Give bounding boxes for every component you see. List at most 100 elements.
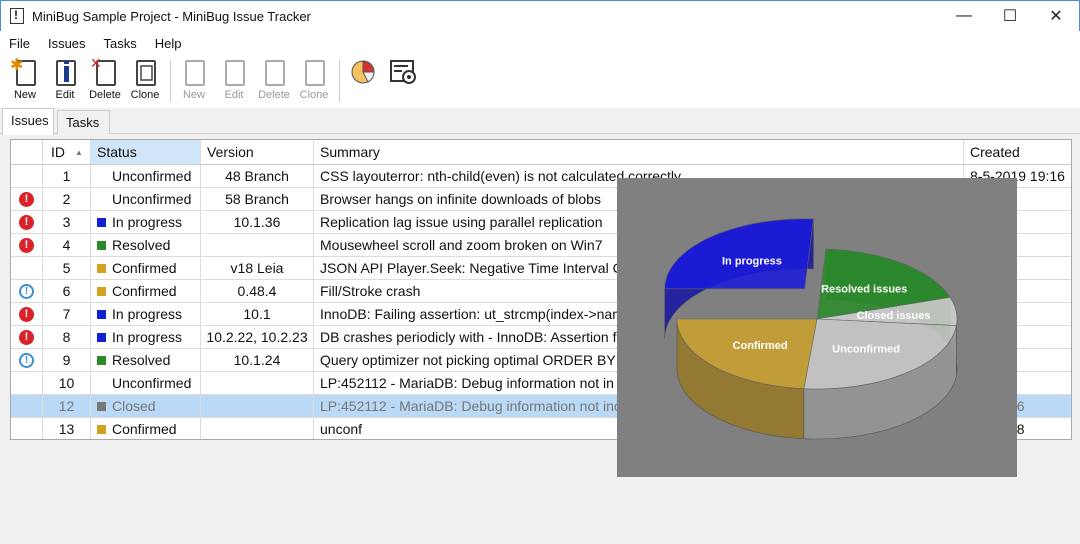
status-color-swatch [97,240,106,250]
tab-issues[interactable]: Issues [2,108,54,135]
new-task-label: New [182,89,205,101]
delete-issue-button[interactable]: ✕ Delete [88,56,122,101]
minimize-button[interactable]: — [941,1,987,31]
cell-status: Resolved [91,349,201,371]
status-label: Closed [112,398,156,414]
menu-file[interactable]: File [9,36,30,51]
new-issue-label: New [13,89,36,101]
maximize-button[interactable]: ☐ [987,1,1033,31]
cell-version [201,418,314,439]
cell-status: In progress [91,326,201,348]
cell-id: 8 [43,326,91,348]
status-color-swatch [97,309,106,319]
cell-version: 10.2.22, 10.2.23 [201,326,314,348]
new-task-button[interactable]: New [177,56,211,101]
window-title: MiniBug Sample Project - MiniBug Issue T… [32,8,311,24]
edit-issue-label: Edit [55,89,75,101]
cell-id: 3 [43,211,91,233]
clone-document-icon [130,56,160,88]
close-button[interactable]: ✕ [1033,1,1079,31]
toolbar-separator-2 [339,60,340,102]
header-version[interactable]: Version [201,140,314,164]
settings-button[interactable] [386,56,420,88]
clone-task-button[interactable]: Clone [297,56,331,101]
status-label: In progress [112,329,183,345]
chart-button[interactable] [346,56,380,88]
status-label: Resolved [112,237,171,253]
status-label: In progress [112,214,183,230]
edit-issue-button[interactable]: Edit [48,56,82,101]
delete-task-label: Delete [258,89,290,101]
header-id[interactable]: ID ▲ [43,140,91,164]
header-status[interactable]: Status [91,140,201,164]
error-icon: ! [19,237,34,253]
cell-id: 5 [43,257,91,279]
sort-ascending-icon: ▲ [75,147,83,157]
status-label: Confirmed [112,283,177,299]
new-task-icon [179,56,209,88]
status-label: Confirmed [112,260,177,276]
cell-id: 7 [43,303,91,325]
cell-status: Resolved [91,234,201,256]
new-document-icon: ✱ [10,56,40,88]
edit-task-icon [219,56,249,88]
tab-tasks[interactable]: Tasks [57,110,110,134]
svg-text:✱: ✱ [10,56,23,74]
info-icon: ! [19,352,34,368]
new-issue-button[interactable]: ✱ New [8,56,42,101]
cell-icon: ! [11,303,43,325]
status-color-swatch [97,172,106,181]
title-bar: MiniBug Sample Project - MiniBug Issue T… [0,0,1080,31]
status-color-swatch [97,217,106,227]
status-color-swatch [97,401,106,411]
cell-icon [11,257,43,279]
menu-issues[interactable]: Issues [48,36,86,51]
cell-status: In progress [91,211,201,233]
slice-closed-label: Closed issues [857,310,931,322]
table-header: ID ▲ Status Version Summary Created [11,140,1071,165]
cell-version [201,234,314,256]
cell-version: 10.1.24 [201,349,314,371]
slice-in-progress [664,218,814,290]
error-icon: ! [19,329,34,345]
status-label: Unconfirmed [112,191,192,207]
header-created[interactable]: Created [964,140,1071,164]
cell-version [201,372,314,394]
status-color-swatch [97,195,106,204]
menu-tasks[interactable]: Tasks [104,36,137,51]
cell-status: In progress [91,303,201,325]
cell-icon [11,165,43,187]
header-summary[interactable]: Summary [314,140,964,164]
error-icon: ! [19,306,34,322]
clone-issue-button[interactable]: Clone [128,56,162,101]
tab-bar: Issues Tasks [0,108,1080,135]
cell-icon: ! [11,188,43,210]
cell-status: Confirmed [91,280,201,302]
cell-status: Unconfirmed [91,165,201,187]
header-icon-column[interactable] [11,140,43,164]
status-color-swatch [97,263,106,273]
status-color-swatch [97,332,106,342]
cell-status: Confirmed [91,257,201,279]
delete-document-icon: ✕ [90,56,120,88]
cell-icon [11,418,43,439]
delete-task-icon [259,56,289,88]
settings-grid-icon [388,56,418,88]
slice-unconfirmed-label: Unconfirmed [832,344,900,356]
status-color-swatch [97,355,106,365]
cell-id: 12 [43,395,91,417]
toolbar-separator [170,60,171,102]
cell-icon [11,372,43,394]
edit-document-icon [50,56,80,88]
menu-help[interactable]: Help [155,36,182,51]
edit-task-button[interactable]: Edit [217,56,251,101]
cell-icon: ! [11,234,43,256]
cell-id: 4 [43,234,91,256]
cell-version: 0.48.4 [201,280,314,302]
status-color-swatch [97,379,106,388]
slice-resolved-label: Resolved issues [821,284,907,296]
delete-task-button[interactable]: Delete [257,56,291,101]
cell-id: 9 [43,349,91,371]
cell-icon: ! [11,211,43,233]
status-label: Resolved [112,352,171,368]
